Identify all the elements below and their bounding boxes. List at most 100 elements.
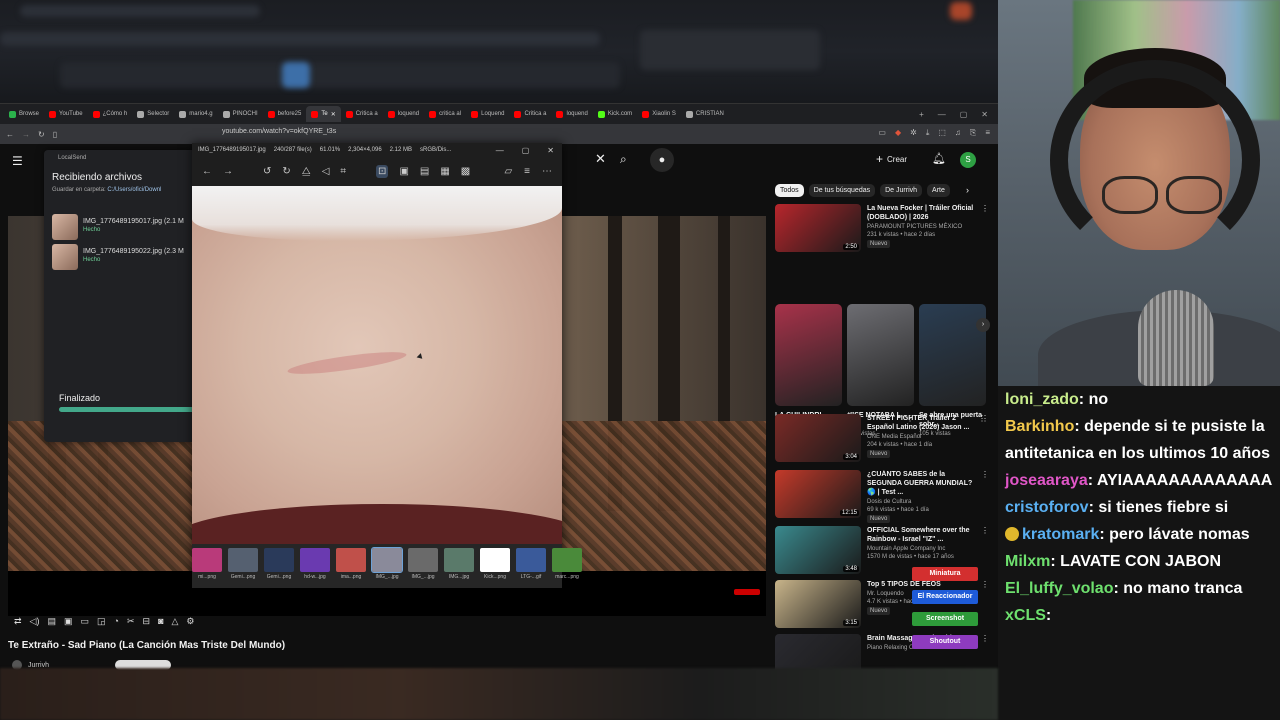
received-file[interactable]: IMG_1776489195022.jpg (2.3 M Hecho — [52, 244, 196, 270]
split-view-icon[interactable]: ▯ — [53, 130, 57, 139]
browser-tab[interactable]: Kick.com — [593, 106, 637, 122]
speed-icon[interactable]: ◔ — [114, 616, 119, 627]
forward-icon[interactable]: → — [22, 130, 30, 139]
browser-tab[interactable]: CRISTIAN — [681, 106, 729, 122]
rotate-left-icon[interactable]: ↺ — [263, 166, 271, 177]
menu-icon[interactable]: ≡ — [985, 128, 990, 138]
chat-username[interactable]: Barkinho — [1005, 418, 1074, 435]
brave-shield-icon[interactable]: ◆ — [895, 128, 901, 138]
playlist-icon[interactable]: ⇄ — [14, 616, 22, 627]
volume-icon[interactable]: ◁) — [30, 616, 40, 627]
stream-overlay-button[interactable]: Screenshot — [912, 612, 978, 626]
music-icon[interactable]: ♫ — [955, 128, 961, 138]
chat-username[interactable]: kratomark — [1022, 526, 1099, 543]
video-title[interactable]: OFFICIAL Somewhere over the Rainbow - Is… — [867, 526, 975, 544]
video-title[interactable]: Top 5 TIPOS DE FEOS — [867, 580, 975, 589]
browser-tab[interactable]: critica al — [424, 106, 466, 122]
gallery-icon[interactable]: ▤ — [420, 166, 429, 177]
open-folder-icon[interactable]: ▱ — [504, 166, 512, 177]
short-thumbnail[interactable] — [847, 304, 914, 406]
share-icon[interactable]: ▭ — [878, 128, 886, 138]
browser-tab[interactable]: loquend — [551, 106, 592, 122]
hamburger-menu-icon[interactable]: ☰ — [12, 154, 23, 168]
video-thumbnail[interactable]: 3:04 — [775, 414, 861, 462]
chat-username[interactable]: loni_zado — [1005, 391, 1079, 408]
video-thumbnail[interactable]: 3:15 — [775, 580, 861, 628]
more-options-icon[interactable]: ⋮ — [981, 414, 989, 462]
window-controls[interactable]: + — ▢ ✕ — [919, 110, 998, 119]
theater-icon[interactable]: ▭ — [81, 616, 90, 627]
fit-window-icon[interactable]: ⊡ — [376, 164, 389, 178]
viewer-thumbnail[interactable]: IMG_...jpg — [408, 548, 438, 588]
viewer-thumbnail[interactable]: Kick...png — [480, 548, 510, 588]
video-thumbnail[interactable]: 3:48 — [775, 526, 861, 574]
download-icon[interactable]: ⤓ — [926, 128, 930, 138]
grid-icon[interactable]: ▦ — [440, 166, 449, 177]
browser-tab[interactable]: Critica a — [341, 106, 383, 122]
pip-icon[interactable]: ⊟ — [143, 616, 151, 627]
browser-tab[interactable]: ¿Cómo h — [88, 106, 133, 122]
more-options-icon[interactable]: ⋮ — [981, 526, 989, 574]
captions-icon[interactable]: ▤ — [47, 616, 56, 627]
stream-overlay-button[interactable]: Miniatura — [912, 567, 978, 581]
video-thumbnail[interactable]: 12:15 — [775, 470, 861, 518]
lock-zoom-icon[interactable]: ▣ — [399, 166, 408, 177]
viewer-thumbnail[interactable]: Gemi...png — [228, 548, 258, 588]
browser-tab[interactable]: loquend — [383, 106, 424, 122]
chat-username[interactable]: El_luffy_volao — [1005, 580, 1113, 597]
clip-icon[interactable]: ✂ — [127, 616, 135, 627]
viewer-thumbnail[interactable]: LTG-...gif — [516, 548, 546, 588]
video-title[interactable]: STREET FIGHTER Tráiler 2 Español Latino … — [867, 414, 975, 432]
flip-icon[interactable]: ⧋ — [302, 166, 311, 177]
more-options-icon[interactable]: ⋮ — [981, 204, 989, 252]
video-channel[interactable]: ONE Media Español — [867, 433, 975, 441]
filter-chip[interactable]: Arte — [927, 184, 950, 197]
bookmark-icon[interactable]: ⎘ — [970, 128, 976, 138]
browser-tab[interactable]: Te ✕ — [306, 106, 341, 122]
stream-overlay-button[interactable]: El Reaccionador — [912, 589, 978, 604]
browser-tab[interactable]: Browse — [4, 106, 44, 122]
recommended-video[interactable]: 2:50 La Nueva Focker | Tráiler Oficial (D… — [775, 204, 989, 252]
maximize-icon[interactable]: ▢ — [522, 146, 530, 155]
viewer-thumbnail[interactable]: mi...png — [192, 548, 222, 588]
stream-overlay-button[interactable]: Shoutout — [912, 634, 978, 649]
more-icon[interactable]: ⋯ — [542, 166, 552, 177]
crop-icon[interactable]: ⌗ — [340, 166, 346, 177]
viewer-thumbnail[interactable]: ima...png — [336, 548, 366, 588]
url-field[interactable]: youtube.com/watch?v=okfQYRE_t3s — [222, 128, 336, 135]
video-channel[interactable]: Mountain Apple Company Inc — [867, 545, 975, 553]
recommended-video[interactable]: 12:15 ¿CUÁNTO SABES de la SEGUNDA GUERRA … — [775, 470, 989, 523]
previous-image-icon[interactable]: ← — [202, 166, 212, 177]
microphone-icon[interactable]: ● — [650, 148, 674, 172]
rotate-right-icon[interactable]: ↻ — [282, 166, 290, 177]
account-avatar[interactable]: S — [960, 152, 976, 168]
miniplayer-icon[interactable]: ◲ — [97, 616, 106, 627]
reload-icon[interactable]: ↻ — [38, 130, 45, 139]
video-title[interactable]: La Nueva Focker | Tráiler Oficial (DOBLA… — [867, 204, 975, 222]
browser-tab[interactable]: mario4.g — [174, 106, 217, 122]
shorts-next-icon[interactable]: › — [976, 318, 990, 332]
camera-icon[interactable]: ◙ — [158, 616, 163, 627]
video-thumbnail[interactable]: 2:50 — [775, 204, 861, 252]
filter-chip[interactable]: De tus búsquedas — [808, 184, 876, 197]
received-file[interactable]: IMG_1776489195017.jpg (2.1 M Hecho — [52, 214, 196, 240]
chevron-right-icon[interactable]: › — [966, 185, 969, 195]
save-folder-path[interactable]: C:/Users/ofici/Downl — [107, 187, 161, 193]
filter-chip[interactable]: Todos — [775, 184, 804, 197]
browser-tab[interactable]: before25 — [263, 106, 307, 122]
viewer-menu-icon[interactable]: ≡ — [524, 166, 530, 177]
tab-close-icon[interactable]: ✕ — [331, 111, 336, 118]
browser-tab[interactable]: PINOCHI — [218, 106, 263, 122]
filter-icon[interactable]: △ — [172, 616, 179, 627]
viewer-thumbnail[interactable]: IMG_...jpg — [371, 547, 403, 588]
back-icon[interactable]: ← — [6, 130, 14, 139]
close-icon[interactable]: ✕ — [547, 146, 554, 155]
chat-username[interactable]: cristoforov — [1005, 499, 1089, 516]
viewer-thumbnail[interactable]: IMG...jpg — [444, 548, 474, 588]
viewer-thumbnail[interactable]: hd-w...jpg — [300, 548, 330, 588]
share-icon[interactable]: ◁ — [322, 166, 330, 177]
recommended-video[interactable]: 3:04 STREET FIGHTER Tráiler 2 Español Lat… — [775, 414, 989, 462]
short-thumbnail[interactable] — [775, 304, 842, 406]
settings-icon[interactable]: ▣ — [64, 616, 73, 627]
notifications-bell-icon[interactable]: 🔔︎ — [932, 152, 946, 165]
